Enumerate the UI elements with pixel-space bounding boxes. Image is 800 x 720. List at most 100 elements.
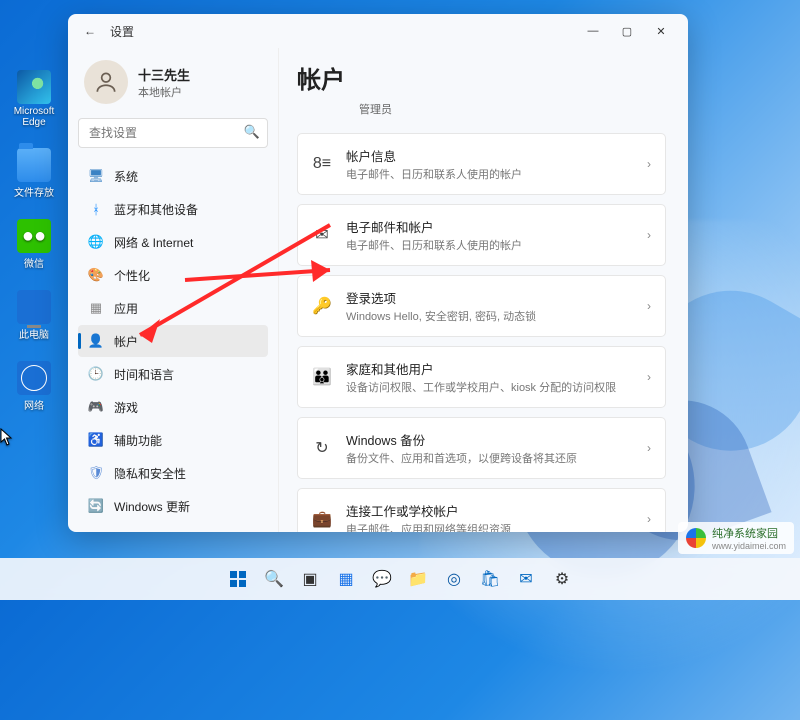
desktop-icon-edge[interactable]: Microsoft Edge	[8, 70, 60, 128]
sidebar-item-system[interactable]: 🖥系统	[78, 160, 268, 192]
card-id[interactable]: 8≡ 帐户信息电子邮件、日历和联系人使用的帐户 ›	[297, 133, 666, 195]
page-subtitle: 管理员	[359, 101, 666, 117]
card-subtitle: 设备访问权限、工作或学校用户、kiosk 分配的访问权限	[346, 379, 633, 395]
mail-icon[interactable]: ✉	[511, 564, 541, 594]
card-backup[interactable]: ↻Windows 备份备份文件、应用和首选项，以便跨设备将其还原›	[297, 417, 666, 479]
sidebar-item-label: 隐私和安全性	[114, 465, 186, 482]
desktop-icon-wechat[interactable]: ●● 微信	[8, 219, 60, 270]
card-subtitle: 电子邮件、日历和联系人使用的帐户	[346, 166, 633, 182]
sidebar-item-label: 应用	[114, 300, 138, 317]
sidebar-item-label: 蓝牙和其他设备	[114, 201, 198, 218]
update-icon: 🔄	[88, 498, 104, 514]
sidebar-item-label: Windows 更新	[114, 498, 190, 515]
card-title: Windows 备份	[346, 430, 633, 449]
desktop-icon-folder[interactable]: 文件存放	[8, 148, 60, 199]
work-icon: 💼	[312, 509, 332, 529]
sidebar-item-accessibility[interactable]: ♿ 辅助功能	[78, 424, 268, 456]
search-icon: 🔍	[244, 124, 260, 140]
personalize-icon: 🎨	[88, 267, 104, 283]
chevron-right-icon: ›	[647, 370, 651, 384]
sidebar-item-network[interactable]: 🌐 网络 & Internet	[78, 226, 268, 258]
maximize-button[interactable]: ▢	[610, 19, 644, 43]
start-button[interactable]	[223, 564, 253, 594]
card-title: 登录选项	[346, 288, 633, 307]
close-button[interactable]: ✕	[644, 19, 678, 43]
sidebar-item-label: 辅助功能	[114, 432, 162, 449]
sidebar-item-accounts[interactable]: 👤 帐户	[78, 325, 268, 357]
card-title: 帐户信息	[346, 146, 633, 165]
card-subtitle: 电子邮件、应用和网络等组织资源	[346, 521, 633, 532]
folder-icon	[17, 148, 51, 182]
chat-icon[interactable]: 💬	[367, 564, 397, 594]
watermark-logo-icon	[686, 528, 706, 548]
sidebar-item-privacy[interactable]: 🛡 隐私和安全性	[78, 457, 268, 489]
sidebar-item-label: 游戏	[114, 399, 138, 416]
time-icon: 🕒	[88, 366, 104, 382]
desktop-icon-thispc[interactable]: 此电脑	[8, 290, 60, 341]
desktop-icon-network[interactable]: 网络	[8, 361, 60, 412]
settings-taskbar-icon[interactable]: ⚙	[547, 564, 577, 594]
explorer-icon[interactable]: 📁	[403, 564, 433, 594]
sidebar-item-personalize[interactable]: 🎨 个性化	[78, 259, 268, 291]
desktop-icon-label: 微信	[24, 255, 44, 270]
chevron-right-icon: ›	[647, 157, 651, 171]
card-subtitle: Windows Hello, 安全密钥, 密码, 动态锁	[346, 308, 633, 324]
card-title: 家庭和其他用户	[346, 359, 633, 378]
store-icon[interactable]: 🛍	[475, 564, 505, 594]
minimize-button[interactable]: —	[576, 19, 610, 43]
widgets-icon[interactable]: ▦	[331, 564, 361, 594]
network-icon: 🌐	[88, 234, 104, 250]
sidebar-item-label: 网络 & Internet	[114, 234, 193, 251]
sidebar-item-gaming[interactable]: 🎮游戏	[78, 391, 268, 423]
desktop-icon-label: 文件存放	[14, 184, 54, 199]
accounts-icon: 👤	[88, 333, 104, 349]
avatar-icon	[84, 60, 128, 104]
desktop-icon-label: 网络	[24, 397, 44, 412]
sidebar-item-label: 帐户	[114, 333, 138, 350]
id-icon: 8≡	[312, 154, 332, 174]
chevron-right-icon: ›	[647, 512, 651, 526]
sidebar: 十三先生 本地帐户 🔍 🖥系统ᚼ蓝牙和其他设备 🌐 网络 & Internet 🎨 个性…	[68, 48, 278, 532]
family-icon: 👪	[312, 367, 332, 387]
taskbar-search-icon[interactable]: 🔍	[259, 564, 289, 594]
sidebar-item-time[interactable]: 🕒 时间和语言	[78, 358, 268, 390]
search-input[interactable]	[78, 118, 268, 148]
card-work[interactable]: 💼 连接工作或学校帐户电子邮件、应用和网络等组织资源 ›	[297, 488, 666, 532]
page-title: 帐户	[297, 60, 666, 95]
pc-icon	[17, 290, 51, 324]
sidebar-item-update[interactable]: 🔄 Windows 更新	[78, 490, 268, 522]
watermark-brand: 纯净系统家园	[712, 525, 786, 541]
settings-window: ← 设置 — ▢ ✕ 十三先生 本地帐户 🔍 🖥系统ᚼ蓝牙和其他设备 🌐 网络 & …	[68, 14, 688, 532]
profile-name: 十三先生	[138, 65, 190, 84]
card-key[interactable]: 🔑登录选项Windows Hello, 安全密钥, 密码, 动态锁›	[297, 275, 666, 337]
mouse-cursor	[0, 428, 14, 446]
sidebar-item-bluetooth[interactable]: ᚼ蓝牙和其他设备	[78, 193, 268, 225]
back-button[interactable]: ←	[78, 19, 102, 43]
taskview-icon[interactable]: ▣	[295, 564, 325, 594]
card-title: 连接工作或学校帐户	[346, 501, 633, 520]
card-title: 电子邮件和帐户	[346, 217, 633, 236]
network-icon	[17, 361, 51, 395]
apps-icon: ▦	[88, 300, 104, 316]
desktop-icon-label: 此电脑	[19, 326, 49, 341]
sidebar-item-apps[interactable]: ▦ 应用	[78, 292, 268, 324]
watermark-site: www.yidaimei.com	[712, 541, 786, 551]
sidebar-item-label: 时间和语言	[114, 366, 174, 383]
accessibility-icon: ♿	[88, 432, 104, 448]
window-title: 设置	[110, 23, 576, 40]
chevron-right-icon: ›	[647, 228, 651, 242]
edge-taskbar-icon[interactable]: ◎	[439, 564, 469, 594]
main-pane: 帐户 管理员 8≡帐户信息电子邮件、日历和联系人使用的帐户›✉电子邮件和帐户电子…	[278, 48, 688, 532]
card-subtitle: 电子邮件、日历和联系人使用的帐户	[346, 237, 633, 253]
taskbar: 🔍 ▣ ▦ 💬 📁 ◎ 🛍 ✉ ⚙	[0, 558, 800, 600]
card-family[interactable]: 👪 家庭和其他用户设备访问权限、工作或学校用户、kiosk 分配的访问权限 ›	[297, 346, 666, 408]
card-mail[interactable]: ✉电子邮件和帐户电子邮件、日历和联系人使用的帐户›	[297, 204, 666, 266]
edge-icon	[17, 70, 51, 104]
desktop-icons: Microsoft Edge 文件存放 ●● 微信 此电脑 网络	[8, 70, 60, 412]
watermark: 纯净系统家园 www.yidaimei.com	[678, 522, 794, 554]
wechat-icon: ●●	[17, 219, 51, 253]
profile-block[interactable]: 十三先生 本地帐户	[78, 56, 268, 118]
sidebar-item-label: 个性化	[114, 267, 150, 284]
nav-list: 🖥系统ᚼ蓝牙和其他设备 🌐 网络 & Internet 🎨 个性化 ▦ 应用 👤 帐户 🕒 时间和语…	[78, 160, 268, 522]
privacy-icon: 🛡	[88, 465, 104, 481]
